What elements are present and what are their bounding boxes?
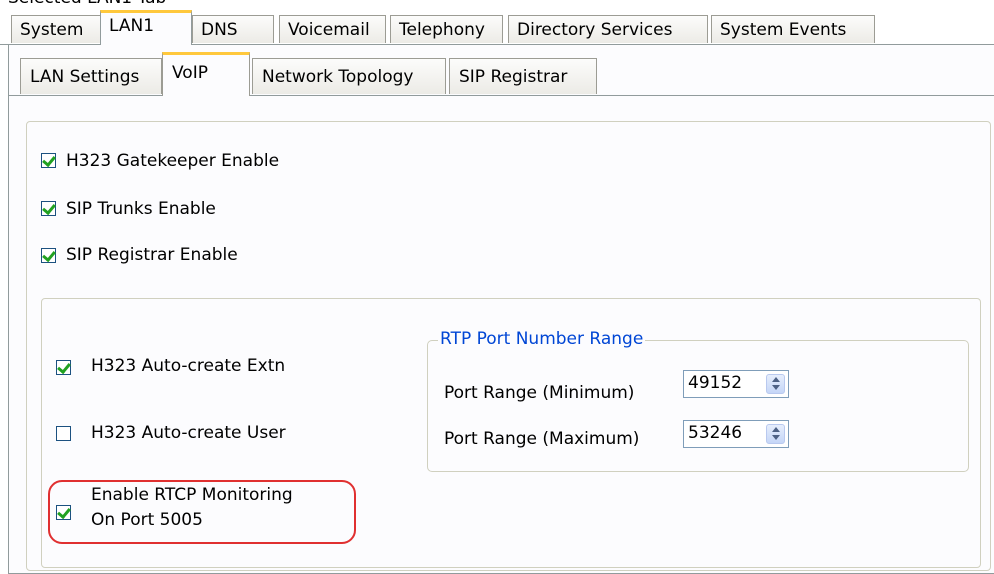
tab-network-topology[interactable]: Network Topology — [252, 58, 446, 94]
port-max-updown-icon[interactable] — [766, 424, 785, 444]
tab-telephony[interactable]: Telephony — [390, 15, 503, 43]
port-min-spinner[interactable]: 49152 — [683, 370, 789, 398]
sip-trunks-checkbox[interactable] — [41, 201, 56, 216]
tab-directory-services[interactable]: Directory Services — [508, 15, 708, 43]
rtcp-monitoring-checkbox[interactable] — [56, 505, 71, 520]
h323-auto-create-extn-checkbox[interactable] — [56, 360, 71, 375]
h323-gatekeeper-label: H323 Gatekeeper Enable — [66, 151, 280, 171]
tab-sip-registrar[interactable]: SIP Registrar — [449, 58, 597, 94]
rtcp-label-line2: On Port 5005 — [91, 510, 203, 530]
tab-lan1[interactable]: LAN1 — [100, 10, 192, 45]
tab-system[interactable]: System — [11, 15, 101, 43]
subtab-divider — [9, 95, 994, 96]
rtp-port-range-group — [427, 340, 969, 472]
tab-dns[interactable]: DNS — [192, 15, 274, 43]
port-min-value[interactable]: 49152 — [688, 373, 742, 393]
tab-voicemail[interactable]: Voicemail — [279, 15, 386, 43]
sip-trunks-label: SIP Trunks Enable — [66, 199, 216, 219]
h323-auto-create-extn-label: H323 Auto-create Extn — [91, 356, 286, 376]
port-min-label: Port Range (Minimum) — [444, 383, 635, 403]
port-min-updown-icon[interactable] — [766, 374, 785, 394]
sip-registrar-checkbox[interactable] — [41, 248, 56, 263]
port-max-value[interactable]: 53246 — [688, 423, 742, 443]
window-title: Selected LAN1 Tab — [8, 0, 166, 8]
tab-lan-settings[interactable]: LAN Settings — [20, 58, 162, 94]
h323-auto-create-user-checkbox[interactable] — [56, 426, 71, 441]
sip-registrar-label: SIP Registrar Enable — [66, 245, 238, 265]
tab-system-events[interactable]: System Events — [711, 15, 875, 43]
tab-voip[interactable]: VoIP — [162, 52, 250, 96]
rtcp-label-line1: Enable RTCP Monitoring — [91, 485, 293, 505]
port-max-label: Port Range (Maximum) — [444, 429, 640, 449]
rtp-port-range-legend: RTP Port Number Range — [438, 329, 646, 349]
h323-gatekeeper-checkbox[interactable] — [41, 153, 56, 168]
h323-auto-create-user-label: H323 Auto-create User — [91, 423, 286, 443]
port-max-spinner[interactable]: 53246 — [683, 420, 789, 448]
